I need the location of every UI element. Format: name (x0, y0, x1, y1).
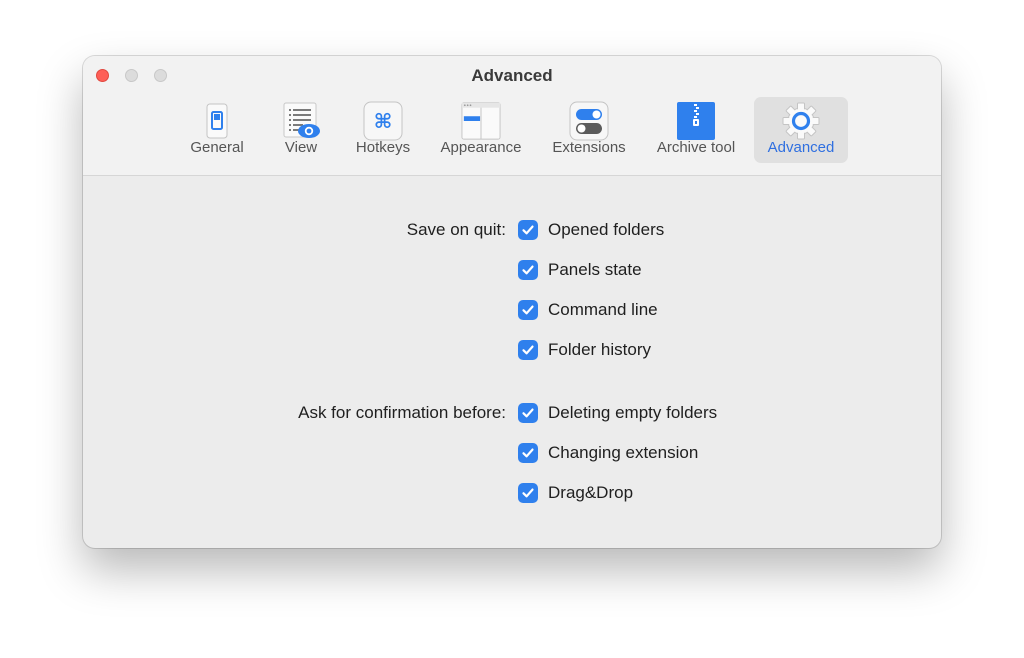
checkmark-icon (522, 448, 534, 458)
panels-state-checkbox[interactable] (518, 260, 538, 280)
window-title: Advanced (471, 66, 553, 85)
tab-hotkeys[interactable]: ⌘ Hotkeys (345, 97, 421, 163)
tab-label: Appearance (440, 139, 522, 156)
tab-general[interactable]: General (178, 97, 256, 163)
drag-and-drop-checkbox[interactable] (518, 483, 538, 503)
command-line-label: Command line (548, 300, 658, 319)
tab-extensions[interactable]: Extensions (541, 97, 637, 163)
preferences-window: Advanced General View ⌘ Hotkeys Appearan… (83, 56, 941, 548)
confirmation-label: Ask for confirmation before: (298, 403, 506, 422)
view-list-eye-icon (283, 102, 320, 138)
folder-history-checkbox[interactable] (518, 340, 538, 360)
folder-history-label: Folder history (548, 340, 651, 359)
deleting-empty-folders-checkbox[interactable] (518, 403, 538, 423)
checkmark-icon (522, 305, 534, 315)
command-line-checkbox[interactable] (518, 300, 538, 320)
tab-label: Archive tool (656, 139, 736, 156)
checkmark-icon (522, 345, 534, 355)
opened-folders-label: Opened folders (548, 220, 665, 239)
tab-advanced[interactable]: Advanced (754, 97, 848, 163)
changing-extension-checkbox[interactable] (518, 443, 538, 463)
svg-text:⌘: ⌘ (374, 109, 393, 133)
deleting-empty-folders-label: Deleting empty folders (548, 403, 718, 422)
changing-extension-label: Changing extension (548, 443, 699, 462)
tab-label: Advanced (767, 139, 835, 156)
checkmark-icon (522, 488, 534, 498)
tab-label: Hotkeys (355, 139, 411, 156)
drag-and-drop-label: Drag&Drop (548, 483, 634, 502)
tab-view[interactable]: View (265, 97, 337, 163)
appearance-layout-icon (461, 102, 501, 140)
save-on-quit-label: Save on quit: (406, 220, 506, 239)
opened-folders-checkbox[interactable] (518, 220, 538, 240)
tab-label: View (284, 139, 318, 156)
gear-icon (782, 102, 820, 140)
toolbar: Advanced General View ⌘ Hotkeys Appearan… (83, 56, 941, 176)
tab-archive-tool[interactable]: Archive tool (646, 97, 746, 163)
tab-label: General (190, 139, 244, 156)
panels-state-label: Panels state (548, 260, 642, 279)
settings-content: Save on quit: Opened folders Panels stat… (83, 176, 941, 548)
checkmark-icon (522, 225, 534, 235)
tab-label: Extensions (552, 139, 626, 156)
zip-archive-icon (677, 102, 715, 140)
general-switch-icon (206, 103, 228, 139)
checkmark-icon (522, 265, 534, 275)
toggle-switches-icon (569, 101, 609, 141)
command-key-icon: ⌘ (363, 101, 403, 141)
checkmark-icon (522, 408, 534, 418)
tab-appearance[interactable]: Appearance (431, 97, 531, 163)
